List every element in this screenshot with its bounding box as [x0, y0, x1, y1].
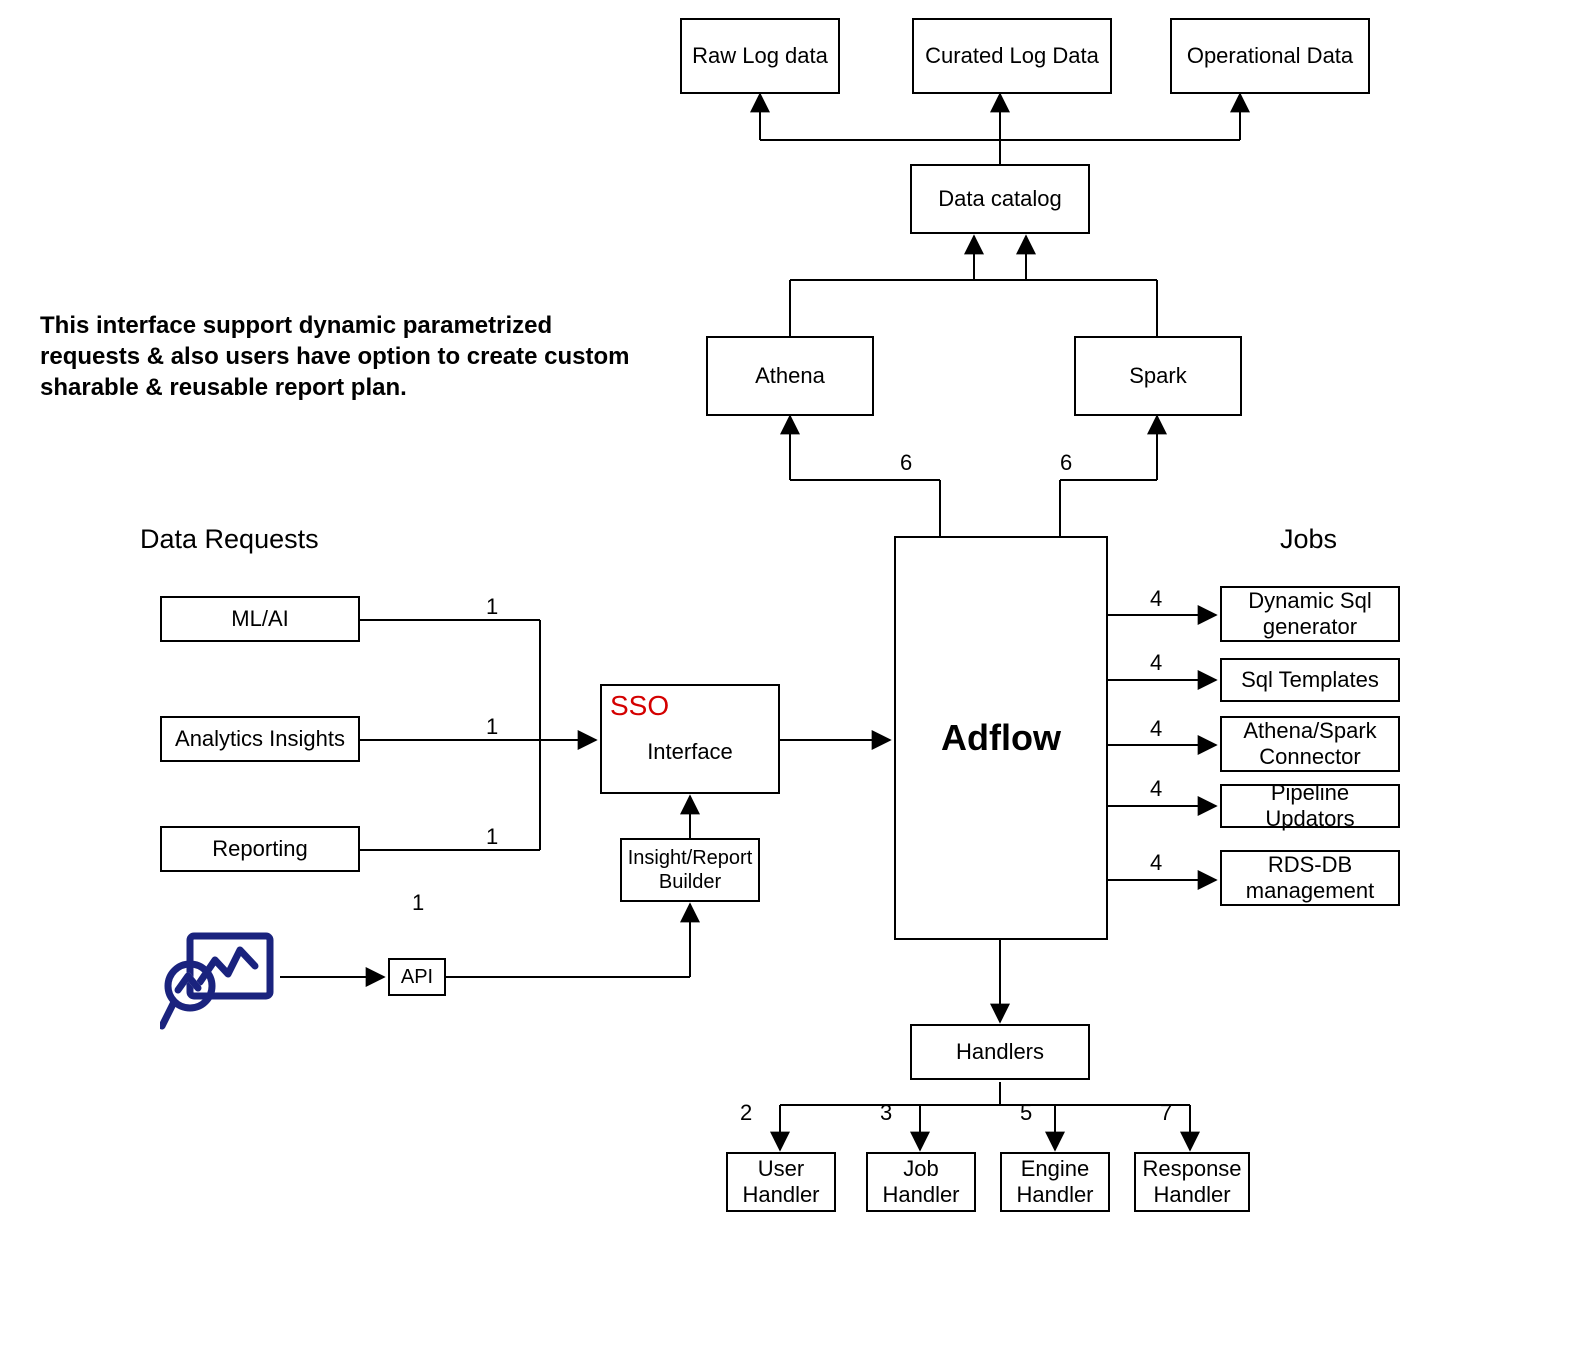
box-athena: Athena: [706, 336, 874, 416]
box-athena-spark-connector: Athena/Spark Connector: [1220, 716, 1400, 772]
sso-label: SSO: [610, 690, 669, 722]
analytics-chart-icon: [160, 930, 280, 1030]
box-engine-handler: Engine Handler: [1000, 1152, 1110, 1212]
box-response-handler: Response Handler: [1134, 1152, 1250, 1212]
edge-label-4a: 4: [1150, 586, 1162, 612]
diagram-canvas: Raw Log data Curated Log Data Operationa…: [0, 0, 1594, 1352]
heading-jobs: Jobs: [1280, 524, 1337, 555]
box-operational: Operational Data: [1170, 18, 1370, 94]
box-pipeline-updators: Pipeline Updators: [1220, 784, 1400, 828]
edge-label-4e: 4: [1150, 850, 1162, 876]
box-curated-log: Curated Log Data: [912, 18, 1112, 94]
box-handlers: Handlers: [910, 1024, 1090, 1080]
box-sql-templates: Sql Templates: [1220, 658, 1400, 702]
edge-label-1d: 1: [412, 890, 424, 916]
edge-label-1a: 1: [486, 594, 498, 620]
box-user-handler: User Handler: [726, 1152, 836, 1212]
box-insight-report-builder: Insight/Report Builder: [620, 838, 760, 902]
edge-label-7: 7: [1160, 1100, 1172, 1126]
edge-label-3: 3: [880, 1100, 892, 1126]
box-dynamic-sql-generator: Dynamic Sql generator: [1220, 586, 1400, 642]
box-raw-log-data: Raw Log data: [680, 18, 840, 94]
edge-label-4c: 4: [1150, 716, 1162, 742]
box-adflow: Adflow: [894, 536, 1108, 940]
box-rds-db-management: RDS-DB management: [1220, 850, 1400, 906]
description-paragraph: This interface support dynamic parametri…: [40, 310, 640, 404]
edge-label-1c: 1: [486, 824, 498, 850]
box-reporting: Reporting: [160, 826, 360, 872]
edge-label-5: 5: [1020, 1100, 1032, 1126]
box-analytics-insights: Analytics Insights: [160, 716, 360, 762]
box-data-catalog: Data catalog: [910, 164, 1090, 234]
box-api: API: [388, 958, 446, 996]
edge-label-1b: 1: [486, 714, 498, 740]
box-spark: Spark: [1074, 336, 1242, 416]
edge-label-2: 2: [740, 1100, 752, 1126]
edge-label-4b: 4: [1150, 650, 1162, 676]
heading-data-requests: Data Requests: [140, 524, 319, 555]
edge-label-4d: 4: [1150, 776, 1162, 802]
edge-label-6b: 6: [1060, 450, 1072, 476]
box-job-handler: Job Handler: [866, 1152, 976, 1212]
edge-label-6a: 6: [900, 450, 912, 476]
box-ml-ai: ML/AI: [160, 596, 360, 642]
